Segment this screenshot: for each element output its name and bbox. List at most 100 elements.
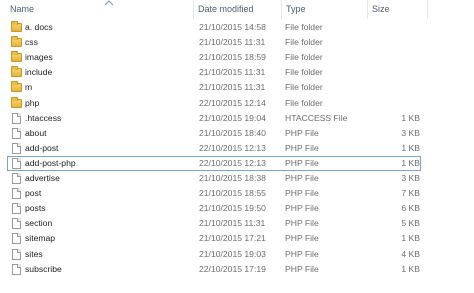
file-row[interactable]: a. docs 21/10/2015 14:58 File folder — [7, 20, 421, 35]
file-size — [368, 51, 420, 64]
file-row[interactable]: advertise 21/10/2015 18:38 PHP File 3 KB — [7, 171, 421, 186]
file-name: php — [25, 97, 40, 108]
file-name: add-post — [25, 142, 59, 153]
file-size — [368, 97, 420, 110]
folder-icon — [11, 66, 22, 78]
file-type: PHP File — [285, 218, 319, 229]
file-row[interactable]: add-post 22/10/2015 12:13 PHP File 1 KB — [7, 141, 421, 156]
file-name: images — [25, 52, 53, 63]
file-name: sitemap — [25, 233, 56, 244]
file-date-modified: 21/10/2015 18:40 — [199, 127, 266, 138]
file-icon — [11, 233, 22, 245]
file-type: File folder — [285, 22, 323, 32]
column-divider[interactable] — [193, 0, 194, 19]
column-header-type[interactable]: Type — [286, 0, 306, 18]
column-divider[interactable] — [427, 0, 428, 19]
file-type: PHP File — [285, 127, 319, 138]
file-size — [368, 21, 420, 34]
file-type: PHP File — [285, 248, 319, 259]
file-row[interactable]: images 21/10/2015 18:59 File folder — [7, 50, 421, 65]
file-size: 4 KB — [401, 248, 420, 259]
file-name: post — [25, 188, 42, 199]
file-size: 1 KB — [401, 233, 420, 244]
file-explorer: Name Date modified Type Size a. docs 21/1… — [0, 0, 474, 293]
file-date-modified: 21/10/2015 11:31 — [199, 218, 266, 229]
file-type: PHP File — [285, 142, 319, 153]
file-size: 1 KB — [401, 142, 420, 153]
file-type: PHP File — [285, 233, 319, 244]
file-date-modified: 21/10/2015 18:59 — [199, 52, 266, 63]
file-size: 3 KB — [401, 127, 420, 138]
file-size: 5 KB — [401, 218, 420, 229]
file-date-modified: 21/10/2015 19:04 — [199, 112, 266, 123]
file-icon — [11, 142, 22, 154]
file-type: PHP File — [285, 188, 319, 199]
file-icon — [11, 112, 22, 124]
file-row[interactable]: sitemap 21/10/2015 17:21 PHP File 1 KB — [7, 231, 421, 246]
file-date-modified: 21/10/2015 17:21 — [199, 233, 266, 244]
file-name: add-post-php — [25, 157, 76, 168]
file-icon — [11, 248, 22, 260]
file-date-modified: 21/10/2015 11:31 — [199, 37, 266, 48]
file-row[interactable]: posts 21/10/2015 19:50 PHP File 6 KB — [7, 201, 421, 216]
file-row[interactable]: post 21/10/2015 18:55 PHP File 7 KB — [7, 186, 421, 201]
file-date-modified: 22/10/2015 12:13 — [199, 157, 266, 168]
file-icon — [11, 157, 22, 169]
folder-icon — [11, 21, 22, 33]
file-row[interactable]: sites 21/10/2015 19:03 PHP File 4 KB — [7, 247, 421, 262]
file-date-modified: 22/10/2015 17:19 — [199, 263, 266, 274]
file-type: File folder — [285, 67, 323, 78]
file-date-modified: 22/10/2015 12:14 — [199, 97, 266, 108]
column-header-date[interactable]: Date modified — [198, 0, 254, 18]
file-type: PHP File — [285, 173, 319, 183]
file-name: sites — [25, 248, 43, 259]
file-type: File folder — [285, 52, 323, 63]
column-divider[interactable] — [281, 0, 282, 19]
folder-icon — [11, 36, 22, 48]
folder-icon — [11, 51, 22, 63]
file-type: PHP File — [285, 203, 319, 214]
file-name: a. docs — [25, 22, 53, 32]
file-name: about — [25, 127, 47, 138]
file-row[interactable]: .htaccess 21/10/2015 19:04 HTACCESS File 1 … — [7, 111, 421, 126]
file-icon — [11, 218, 22, 230]
column-header-name[interactable]: Name — [10, 0, 34, 18]
column-header-size[interactable]: Size — [372, 0, 390, 18]
file-name: css — [25, 37, 38, 48]
file-name: posts — [25, 203, 46, 214]
file-row[interactable]: section 21/10/2015 11:31 PHP File 5 KB — [7, 216, 421, 231]
file-date-modified: 21/10/2015 19:50 — [199, 203, 266, 214]
file-size: 3 KB — [401, 173, 420, 183]
file-type: PHP File — [285, 263, 319, 274]
file-row[interactable]: subscribe 22/10/2015 17:19 PHP File 1 KB — [7, 262, 421, 277]
file-size — [368, 36, 420, 49]
file-size: 6 KB — [401, 203, 420, 214]
file-date-modified: 21/10/2015 18:38 — [199, 173, 266, 183]
file-name: section — [25, 218, 53, 229]
file-row[interactable]: css 21/10/2015 11:31 File folder — [7, 35, 421, 50]
column-divider[interactable] — [367, 0, 368, 19]
file-size: 1 KB — [401, 112, 420, 123]
file-size — [368, 81, 420, 94]
file-date-modified: 21/10/2015 19:03 — [199, 248, 266, 259]
file-icon — [11, 188, 22, 200]
file-date-modified: 22/10/2015 12:13 — [199, 142, 266, 153]
file-date-modified: 21/10/2015 11:31 — [199, 67, 266, 78]
file-size — [368, 66, 420, 79]
file-date-modified: 21/10/2015 14:58 — [199, 22, 266, 32]
sort-ascending-icon — [104, 0, 114, 6]
file-row[interactable]: include 21/10/2015 11:31 File folder — [7, 65, 421, 80]
file-row[interactable]: add-post-php 22/10/2015 12:13 PHP File 1 KB — [7, 155, 421, 171]
file-row[interactable]: php 22/10/2015 12:14 File folder — [7, 96, 421, 111]
file-name: advertise — [25, 173, 60, 183]
file-icon — [11, 203, 22, 215]
folder-icon — [11, 96, 22, 109]
file-date-modified: 21/10/2015 11:31 — [199, 82, 266, 93]
file-icon — [11, 263, 22, 275]
file-size: 1 KB — [401, 263, 420, 274]
file-date-modified: 21/10/2015 18:55 — [199, 188, 266, 199]
file-row[interactable]: m 21/10/2015 11:31 File folder — [7, 80, 421, 95]
file-row[interactable]: about 21/10/2015 18:40 PHP File 3 KB — [7, 126, 421, 141]
file-size: 1 KB — [401, 157, 420, 168]
file-type: PHP File — [285, 157, 319, 168]
